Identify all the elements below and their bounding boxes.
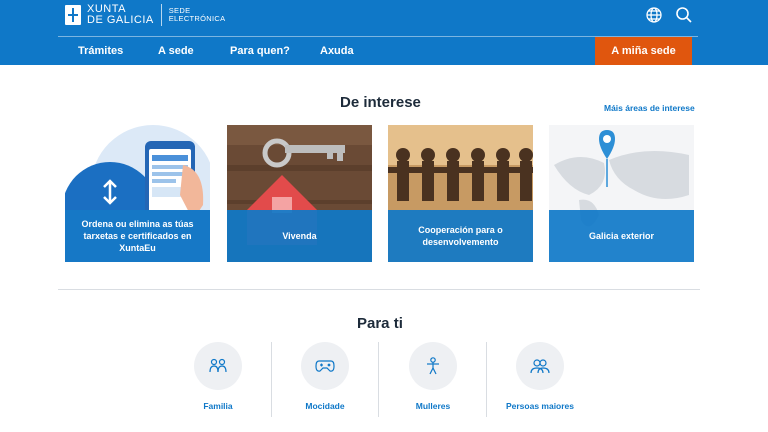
more-interest-link[interactable]: Máis áreas de interese [604, 103, 695, 113]
nav-item-axuda[interactable]: Axuda [320, 45, 354, 57]
interest-title: De interese [340, 94, 421, 111]
for-you-label-persoas-maiores[interactable]: Persoas maiores [480, 401, 600, 411]
card-label: Galicia exterior [549, 210, 694, 262]
for-you-label-mulleres[interactable]: Mulleres [373, 401, 493, 411]
gamepad-icon[interactable] [301, 342, 349, 390]
for-you-label-familia[interactable]: Familia [158, 401, 278, 411]
search-icon[interactable] [675, 6, 693, 24]
site-header: XUNTA DE GALICIA SEDE ELECTRÓNICA Trámit… [0, 0, 768, 65]
interest-card-galicia-exterior[interactable]: Galicia exterior [549, 125, 694, 262]
xunta-logo[interactable]: XUNTA DE GALICIA SEDE ELECTRÓNICA [65, 4, 225, 26]
card-label: Cooperación para o desenvolvemento [388, 210, 533, 262]
for-you-title: Para ti [357, 315, 403, 332]
card-label: Ordena ou elimina as túas tarxetas e cer… [65, 210, 210, 262]
xunta-cross-icon [65, 5, 81, 25]
globe-icon[interactable] [645, 6, 663, 24]
elderly-icon[interactable] [516, 342, 564, 390]
nav-item-a-sede[interactable]: A sede [158, 45, 194, 57]
interest-card-vivenda[interactable]: Vivenda [227, 125, 372, 262]
my-sede-button[interactable]: A miña sede [595, 37, 692, 65]
logo-divider [160, 4, 162, 26]
logo-sub-2: ELECTRÓNICA [168, 14, 226, 23]
section-divider [58, 289, 700, 290]
nav-item-para-quen[interactable]: Para quen? [230, 45, 290, 57]
card-label: Vivenda [227, 210, 372, 262]
family-icon[interactable] [194, 342, 242, 390]
woman-icon[interactable] [409, 342, 457, 390]
for-you-label-mocidade[interactable]: Mocidade [265, 401, 385, 411]
nav-item-tramites[interactable]: Trámites [78, 45, 123, 57]
interest-card-xuntaeu[interactable]: Ordena ou elimina as túas tarxetas e cer… [65, 125, 210, 262]
interest-card-cooperacion[interactable]: Cooperación para o desenvolvemento [388, 125, 533, 262]
logo-line-2: DE GALICIA [87, 14, 154, 26]
